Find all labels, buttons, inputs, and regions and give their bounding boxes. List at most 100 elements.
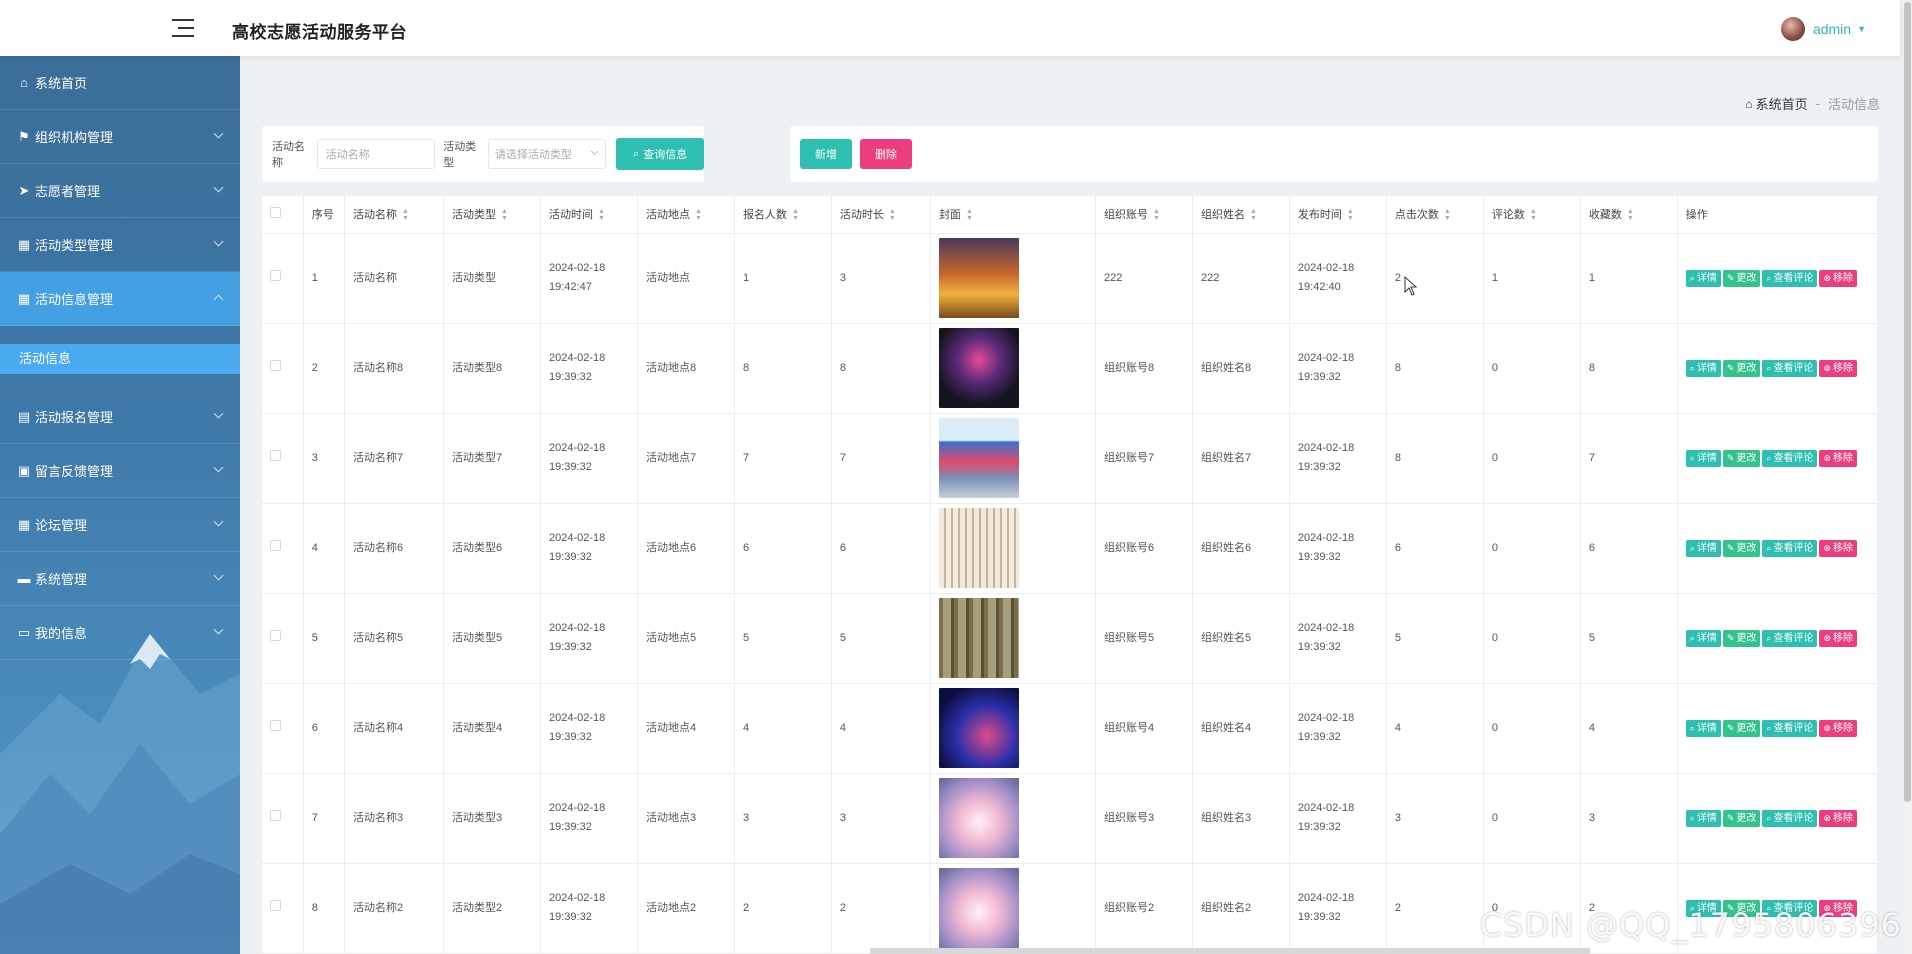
remove-button[interactable]: ⊗ 移除 (1819, 269, 1857, 287)
cover-image[interactable] (938, 238, 1019, 318)
submenu-item-activity-info[interactable]: 活动信息 (0, 344, 240, 374)
cell-type: 活动类型5 (443, 593, 541, 684)
row-checkbox[interactable] (270, 719, 281, 731)
cover-image[interactable] (938, 688, 1019, 768)
detail-button[interactable]: ⌕ 详情 (1685, 629, 1721, 647)
table-row[interactable]: 4 活动名称6 活动类型6 2024-02-18 19:39:32 活动地点6 6 6 组织账… (262, 503, 1878, 594)
detail-button[interactable]: ⌕ 详情 (1685, 719, 1721, 737)
sidebar-item-my-info[interactable]: ▭ 我的信息 (0, 606, 240, 660)
remove-button[interactable]: ⊗ 移除 (1819, 449, 1857, 467)
table-row[interactable]: 7 活动名称3 活动类型3 2024-02-18 19:39:32 活动地点3 3 3 组织账… (262, 773, 1878, 864)
view-comments-button[interactable]: ⌕ 查看评论 (1762, 449, 1818, 467)
sidebar-item-label: 我的信息 (35, 626, 88, 641)
remove-button[interactable]: ⊗ 移除 (1819, 809, 1857, 827)
cover-image[interactable] (938, 418, 1019, 498)
cover-image[interactable] (938, 598, 1019, 678)
breadcrumb-home[interactable]: 系统首页 (1756, 94, 1808, 113)
cell-ops: ⌕ 详情 ✎ 更改 ⌕ 查看评论 ⊗ 移除 (1677, 773, 1878, 864)
user-menu[interactable]: admin ▼ (1780, 17, 1866, 41)
table-row[interactable]: 6 活动名称4 活动类型4 2024-02-18 19:39:32 活动地点4 4 4 组织账… (262, 683, 1878, 774)
column-header[interactable]: 组织姓名 ▲ ▼ (1192, 196, 1290, 234)
scrollbar-thumb[interactable] (1904, 2, 1911, 802)
edit-button[interactable]: ✎ 更改 (1722, 629, 1761, 647)
table-row[interactable]: 1 活动名称 活动类型 2024-02-18 19:42:47 活动地点 1 3 222 222… (262, 233, 1878, 324)
detail-button[interactable]: ⌕ 详情 (1685, 269, 1721, 287)
edit-button[interactable]: ✎ 更改 (1722, 359, 1761, 377)
column-header[interactable]: 评论数 ▲ ▼ (1483, 196, 1581, 234)
column-header[interactable]: 报名人数 ▲ ▼ (734, 196, 832, 234)
cover-image[interactable] (938, 328, 1019, 408)
column-header[interactable]: 收藏数 ▲ ▼ (1580, 196, 1678, 234)
row-checkbox[interactable] (270, 809, 281, 821)
column-header[interactable]: 组织账号 ▲ ▼ (1095, 196, 1193, 234)
view-comments-button[interactable]: ⌕ 查看评论 (1762, 629, 1818, 647)
sidebar-item-organization[interactable]: ⚑ 组织机构管理 (0, 110, 240, 164)
edit-button[interactable]: ✎ 更改 (1722, 449, 1761, 467)
detail-button[interactable]: ⌕ 详情 (1685, 809, 1721, 827)
detail-button[interactable]: ⌕ 详情 (1685, 359, 1721, 377)
sidebar-item-volunteer[interactable]: ➤ 志愿者管理 (0, 164, 240, 218)
view-comments-button[interactable]: ⌕ 查看评论 (1762, 809, 1818, 827)
table-row[interactable]: 5 活动名称5 活动类型5 2024-02-18 19:39:32 活动地点5 5 5 组织账… (262, 593, 1878, 684)
cell-ops: ⌕ 详情 ✎ 更改 ⌕ 查看评论 ⊗ 移除 (1677, 683, 1878, 774)
sidebar-item-home[interactable]: ⌂ 系统首页 (0, 56, 240, 110)
column-header[interactable]: 活动地点 ▲ ▼ (637, 196, 735, 234)
column-header[interactable]: 活动时长 ▲ ▼ (831, 196, 931, 234)
row-checkbox[interactable] (270, 449, 281, 461)
search-icon: ⌕ (1766, 362, 1772, 373)
sidebar-item-activity-type[interactable]: ▦ 活动类型管理 (0, 218, 240, 272)
column-header[interactable]: 发布时间 ▲ ▼ (1289, 196, 1387, 234)
view-comments-button[interactable]: ⌕ 查看评论 (1762, 359, 1818, 377)
sidebar-item-activity-info[interactable]: ▦ 活动信息管理 (0, 272, 240, 326)
detail-button[interactable]: ⌕ 详情 (1685, 539, 1721, 557)
edit-button[interactable]: ✎ 更改 (1722, 809, 1761, 827)
edit-button[interactable]: ✎ 更改 (1722, 539, 1761, 557)
cell-signup: 4 (734, 683, 832, 774)
delete-button[interactable]: 删除 (860, 139, 912, 169)
cell-no: 8 (303, 863, 346, 954)
edit-button[interactable]: ✎ 更改 (1722, 269, 1761, 287)
sort-icon: ▲ ▼ (1152, 208, 1160, 223)
breadcrumb-separator: - (1815, 96, 1820, 111)
remove-button[interactable]: ⊗ 移除 (1819, 629, 1857, 647)
row-checkbox[interactable] (270, 539, 281, 551)
view-comments-button[interactable]: ⌕ 查看评论 (1762, 539, 1818, 557)
remove-button[interactable]: ⊗ 移除 (1819, 359, 1857, 377)
row-checkbox[interactable] (270, 899, 281, 911)
select-all-checkbox[interactable] (270, 207, 281, 219)
column-header[interactable]: 点击次数 ▲ ▼ (1386, 196, 1484, 234)
scrollbar[interactable] (1903, 0, 1912, 954)
column-header[interactable]: 封面 ▲ ▼ (930, 196, 1096, 234)
sidebar-item-forum[interactable]: ▦ 论坛管理 (0, 498, 240, 552)
edit-button[interactable]: ✎ 更改 (1722, 719, 1761, 737)
menu-toggle-icon[interactable] (172, 18, 196, 38)
remove-button[interactable]: ⊗ 移除 (1819, 539, 1857, 557)
cover-image[interactable] (938, 868, 1019, 948)
horizontal-scrollbar[interactable] (870, 948, 1590, 954)
row-checkbox[interactable] (270, 359, 281, 371)
query-button[interactable]: ⌕ 查询信息 (616, 138, 705, 170)
remove-button[interactable]: ⊗ 移除 (1819, 719, 1857, 737)
column-header[interactable]: 活动类型 ▲ ▼ (443, 196, 541, 234)
sidebar-item-signup[interactable]: ▤ 活动报名管理 (0, 390, 240, 444)
detail-button[interactable]: ⌕ 详情 (1685, 449, 1721, 467)
view-comments-button[interactable]: ⌕ 查看评论 (1762, 719, 1818, 737)
cover-image[interactable] (938, 778, 1019, 858)
activity-type-select[interactable]: 请选择活动类型 (487, 139, 607, 169)
cell-time: 2024-02-18 19:39:32 (540, 593, 638, 684)
sidebar-item-system[interactable]: ▬ 系统管理 (0, 552, 240, 606)
column-header[interactable]: 活动名称 ▲ ▼ (344, 196, 445, 234)
cover-image[interactable] (938, 508, 1019, 588)
activity-name-input[interactable]: 活动名称 (316, 139, 436, 169)
row-checkbox[interactable] (270, 269, 281, 281)
cell-type: 活动类型6 (443, 503, 541, 594)
sort-icon: ▲ ▼ (1529, 208, 1537, 223)
column-header[interactable]: 活动时间 ▲ ▼ (540, 196, 638, 234)
view-comments-button[interactable]: ⌕ 查看评论 (1762, 269, 1818, 287)
add-button[interactable]: 新增 (800, 139, 852, 169)
cell-cover (930, 683, 1096, 774)
sidebar-item-feedback[interactable]: ▣ 留言反馈管理 (0, 444, 240, 498)
table-row[interactable]: 3 活动名称7 活动类型7 2024-02-18 19:39:32 活动地点7 7 7 组织账… (262, 413, 1878, 504)
table-row[interactable]: 2 活动名称8 活动类型8 2024-02-18 19:39:32 活动地点8 8 8 组织账… (262, 323, 1878, 414)
row-checkbox[interactable] (270, 629, 281, 641)
